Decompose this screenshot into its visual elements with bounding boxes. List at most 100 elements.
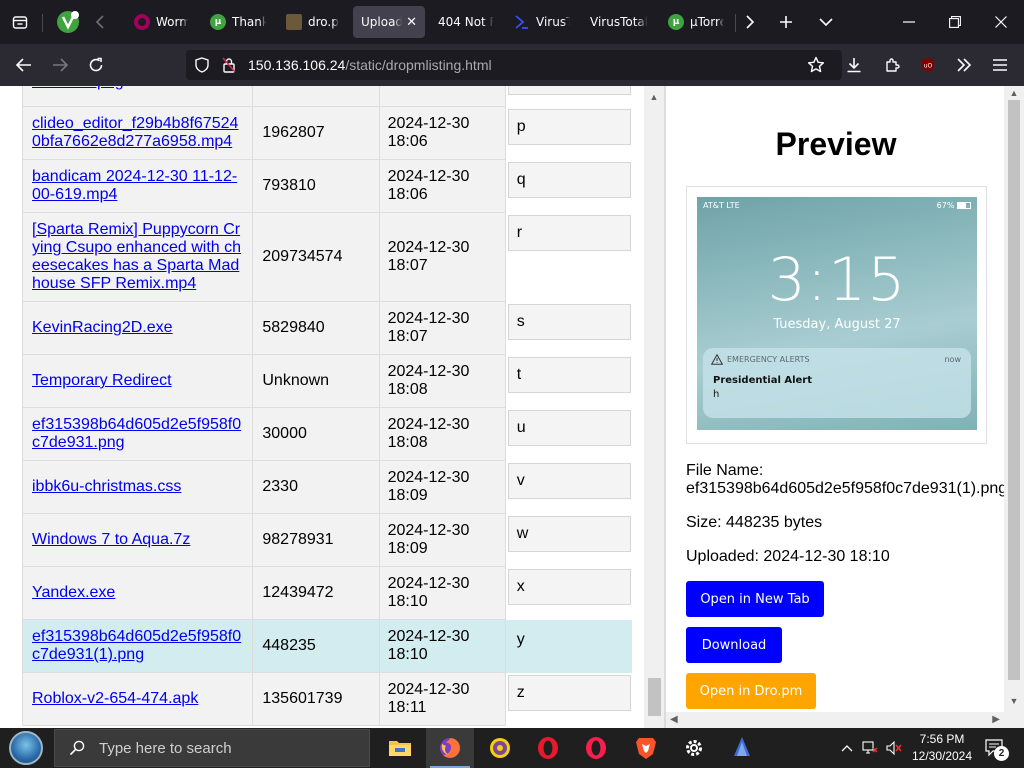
file-link[interactable]: Roblox-v2-654-474.apk bbox=[32, 690, 198, 707]
tab-overview-icon[interactable] bbox=[4, 0, 36, 44]
overflow-icon[interactable] bbox=[948, 49, 980, 81]
letter-cell: u bbox=[504, 407, 633, 461]
tab-thank[interactable]: µ Thank bbox=[202, 6, 274, 38]
extensions-icon[interactable] bbox=[876, 49, 908, 81]
tab-worm[interactable]: Worm bbox=[126, 6, 196, 38]
letter-cell: s bbox=[504, 301, 633, 355]
upload-date-cell: 2024-12-30 18:06 bbox=[378, 159, 506, 213]
tab-close-icon[interactable]: ✕ bbox=[406, 15, 417, 30]
download-icon[interactable] bbox=[838, 49, 870, 81]
scroll-up-icon[interactable]: ▲ bbox=[1008, 88, 1020, 98]
upload-date: 2024-12-30 bbox=[387, 310, 470, 327]
firefox-icon[interactable] bbox=[426, 728, 474, 768]
file-link[interactable]: Temporary Redirect bbox=[32, 372, 172, 389]
back-arrow-icon[interactable] bbox=[88, 0, 112, 44]
system-clock[interactable]: 7:56 PM 12/30/2024 bbox=[906, 731, 978, 765]
scroll-right-icon[interactable]: ▶ bbox=[992, 714, 1000, 725]
tab-utorrent[interactable]: µ µTorre bbox=[660, 6, 732, 38]
file-list: dcc4a95.png 20822 18:05 clideo_editor_f29b4… bbox=[21, 86, 634, 726]
letter-cell: q bbox=[504, 159, 633, 213]
plus-icon[interactable] bbox=[772, 0, 800, 44]
file-name-cell: [Sparta Remix] Puppycorn Crying Csupo en… bbox=[21, 212, 254, 302]
restore-icon[interactable] bbox=[938, 0, 972, 44]
file-link[interactable]: KevinRacing2D.exe bbox=[32, 319, 173, 336]
table-row[interactable]: bandicam 2024-12-30 11-12-00-619.mp4 7938… bbox=[21, 159, 633, 213]
taskbar-search-box[interactable]: Type here to search bbox=[54, 729, 370, 767]
notification-center-icon[interactable]: 2 bbox=[980, 728, 1010, 768]
minimize-icon[interactable] bbox=[892, 0, 926, 44]
tor-icon[interactable] bbox=[476, 728, 524, 768]
scrollbar-corner bbox=[1004, 712, 1024, 728]
lock-icon[interactable] bbox=[222, 57, 236, 78]
file-name-cell: KevinRacing2D.exe bbox=[21, 301, 254, 355]
opera-icon[interactable] bbox=[524, 728, 572, 768]
preview-title: Preview bbox=[775, 126, 897, 162]
table-row[interactable]: Yandex.exe 12439472 2024-12-30 18:10 x bbox=[21, 566, 633, 620]
close-icon[interactable] bbox=[984, 0, 1018, 44]
table-row[interactable]: clideo_editor_f29b4b8f675240bfa7662e8d27… bbox=[21, 106, 633, 160]
upload-date: 2024-12-30 bbox=[387, 115, 470, 132]
preview-horizontal-scrollbar[interactable]: ◀ ▶ bbox=[666, 712, 1004, 728]
tab-404[interactable]: 404 Not F bbox=[430, 6, 502, 38]
file-link[interactable]: ef315398b64d605d2e5f958f0c7de931(1).png bbox=[32, 628, 241, 663]
file-explorer-icon[interactable] bbox=[376, 728, 424, 768]
preview-image[interactable]: AT&T LTE 67% 3:15 Tuesday, August 27 EME… bbox=[697, 197, 977, 430]
tab-dro[interactable]: dro.p bbox=[278, 6, 348, 38]
table-row[interactable]: Roblox-v2-654-474.apk 135601739 2024-12-30… bbox=[21, 672, 633, 726]
profile-icon[interactable] bbox=[52, 0, 84, 44]
scrollbar-thumb[interactable] bbox=[648, 678, 661, 716]
table-row[interactable]: [Sparta Remix] Puppycorn Crying Csupo en… bbox=[21, 212, 633, 302]
chevron-down-icon[interactable] bbox=[812, 0, 840, 44]
bookmark-star-icon[interactable] bbox=[800, 49, 832, 81]
table-row[interactable]: KevinRacing2D.exe 5829840 2024-12-30 18:07 s bbox=[21, 301, 633, 355]
scroll-down-icon[interactable]: ▼ bbox=[1008, 696, 1020, 706]
table-row[interactable]: Windows 7 to Aqua.7z 98278931 2024-12-30 18… bbox=[21, 513, 633, 567]
volume-muted-icon[interactable] bbox=[884, 728, 904, 768]
upload-date-cell: 2024-12-30 18:08 bbox=[378, 354, 506, 408]
upload-date-cell: 2024-12-30 18:10 bbox=[378, 619, 506, 673]
hamburger-menu-icon[interactable] bbox=[984, 49, 1016, 81]
brave-icon[interactable] bbox=[622, 728, 670, 768]
file-link[interactable]: bandicam 2024-12-30 11-12-00-619.mp4 bbox=[32, 168, 237, 203]
reload-icon[interactable] bbox=[80, 49, 112, 81]
file-link[interactable]: Windows 7 to Aqua.7z bbox=[32, 531, 190, 548]
file-link[interactable]: Yandex.exe bbox=[32, 584, 115, 601]
preview-scrollbar[interactable]: ▲ ▼ bbox=[1004, 86, 1024, 712]
file-link[interactable]: ibbk6u-christmas.css bbox=[32, 478, 181, 495]
settings-gear-icon[interactable] bbox=[670, 728, 718, 768]
open-in-new-tab-button[interactable]: Open in New Tab bbox=[686, 581, 824, 617]
table-row[interactable]: Temporary Redirect Unknown 2024-12-30 18:08… bbox=[21, 354, 633, 408]
table-row[interactable]: ibbk6u-christmas.css 2330 2024-12-30 18:09 v bbox=[21, 460, 633, 514]
start-button[interactable] bbox=[6, 730, 46, 766]
tab-upload[interactable]: Upload ✕ bbox=[353, 6, 425, 38]
back-icon[interactable] bbox=[8, 49, 40, 81]
tab-virust[interactable]: VirusT bbox=[506, 6, 578, 38]
table-row[interactable]: ef315398b64d605d2e5f958f0c7de931(1).png 4… bbox=[21, 619, 633, 673]
tab-virustotal[interactable]: VirusTotal bbox=[582, 6, 658, 38]
forward-icon[interactable] bbox=[44, 49, 76, 81]
search-icon bbox=[69, 740, 85, 756]
table-row[interactable]: dcc4a95.png 20822 18:05 bbox=[21, 86, 633, 107]
letter-label: q bbox=[507, 162, 631, 198]
file-link[interactable]: clideo_editor_f29b4b8f675240bfa7662e8d27… bbox=[32, 115, 238, 150]
chevron-right-icon[interactable] bbox=[738, 0, 762, 44]
scroll-left-icon[interactable]: ◀ bbox=[670, 714, 678, 725]
url-bar[interactable]: 150.136.106.24/static/dropmlisting.html bbox=[186, 50, 842, 80]
network-icon[interactable] bbox=[860, 728, 880, 768]
app-icon[interactable] bbox=[718, 728, 766, 768]
download-button[interactable]: Download bbox=[686, 627, 782, 663]
ublock-icon[interactable]: uO bbox=[912, 49, 944, 81]
file-link[interactable]: [Sparta Remix] Puppycorn Crying Csupo en… bbox=[32, 221, 241, 292]
table-row[interactable]: ef315398b64d605d2e5f958f0c7de931.png 3000… bbox=[21, 407, 633, 461]
shield-icon[interactable] bbox=[194, 57, 210, 78]
scroll-up-icon[interactable]: ▲ bbox=[648, 92, 660, 104]
opera-gx-icon[interactable] bbox=[572, 728, 620, 768]
open-in-dropm-button[interactable]: Open in Dro.pm bbox=[686, 673, 816, 709]
file-link[interactable]: dcc4a95.png bbox=[32, 86, 124, 90]
scrollbar-thumb[interactable] bbox=[1008, 100, 1020, 680]
search-placeholder: Type here to search bbox=[99, 739, 232, 757]
clock-time: 7:56 PM bbox=[919, 732, 965, 746]
left-scrollbar[interactable]: ▲ bbox=[644, 86, 664, 728]
file-link[interactable]: ef315398b64d605d2e5f958f0c7de931.png bbox=[32, 416, 241, 451]
show-hidden-icons-chevron-icon[interactable] bbox=[838, 728, 856, 768]
